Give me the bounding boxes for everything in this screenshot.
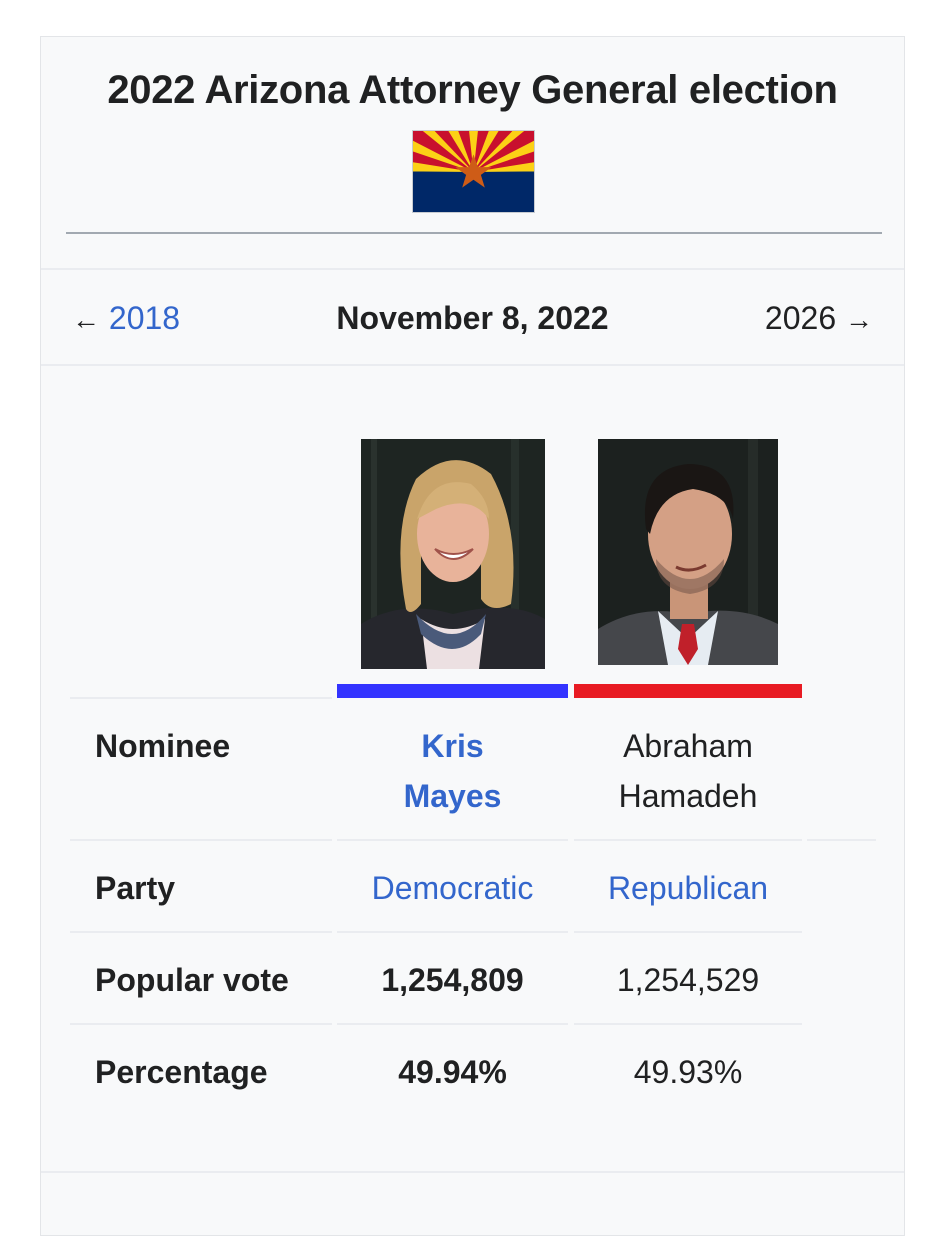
nominee-mayes-link[interactable]: Kris Mayes — [404, 728, 502, 814]
title-separator — [66, 232, 882, 234]
percentage-mayes: 49.94% — [398, 1054, 507, 1090]
next-election: 2026 → — [765, 298, 873, 340]
row-label-percentage: Percentage — [95, 1054, 268, 1090]
row-divider — [70, 931, 332, 933]
party-color-bar-democratic — [337, 684, 568, 698]
popular-vote-mayes: 1,254,809 — [381, 962, 524, 998]
row-divider — [337, 839, 568, 841]
row-label-party: Party — [95, 870, 176, 906]
arizona-flag-icon[interactable] — [412, 130, 535, 213]
percentage-hamadeh: 49.93% — [633, 1054, 743, 1090]
section-divider — [41, 364, 904, 366]
election-infobox: 2022 Arizona Attorney General election ← — [40, 36, 905, 1236]
row-divider — [574, 931, 802, 933]
party-republican-link[interactable]: Republican — [574, 863, 802, 913]
infobox-title: 2022 Arizona Attorney General election — [107, 68, 838, 112]
nominee-last-name: Hamadeh — [618, 778, 758, 814]
section-divider — [41, 1171, 904, 1173]
row-divider — [70, 1023, 332, 1025]
nominee-hamadeh: Abraham Hamadeh — [574, 721, 802, 821]
nominee-first-name[interactable]: Kris — [421, 728, 483, 764]
portrait-image — [598, 439, 778, 665]
row-divider — [574, 839, 802, 841]
arizona-flag-graphic — [413, 131, 534, 212]
arrow-right-icon: → — [845, 304, 873, 335]
party-color-bar-republican — [574, 684, 802, 698]
row-divider — [337, 931, 568, 933]
row-divider — [574, 1023, 802, 1025]
nominee-mayes[interactable]: Kris Mayes — [337, 721, 568, 821]
row-divider — [70, 697, 332, 699]
candidate-photo-mayes[interactable] — [361, 439, 545, 669]
portrait-image — [361, 439, 545, 669]
row-divider — [337, 1023, 568, 1025]
election-navigation: ← 2018 November 8, 2022 2026 → — [41, 270, 904, 364]
row-label-nominee: Nominee — [95, 728, 231, 764]
popular-vote-hamadeh: 1,254,529 — [616, 962, 760, 998]
nominee-first-name: Abraham — [623, 728, 753, 764]
row-label-popular-vote: Popular vote — [95, 962, 289, 998]
row-divider — [70, 839, 332, 841]
next-election-year: 2026 — [764, 300, 837, 336]
row-divider — [807, 839, 876, 841]
candidate-photo-hamadeh[interactable] — [598, 439, 778, 665]
nominee-last-name[interactable]: Mayes — [404, 778, 502, 814]
party-democratic-link[interactable]: Democratic — [337, 863, 568, 913]
